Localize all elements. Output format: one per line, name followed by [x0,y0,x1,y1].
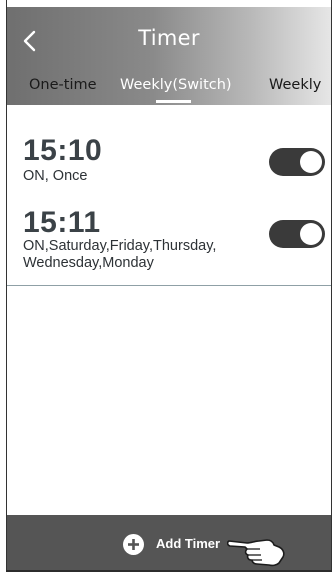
toggle-knob [300,223,322,245]
hand-pointer-icon [227,539,285,567]
frame-border-right [331,0,332,572]
timer-time: 15:11 [23,206,101,239]
list-divider [7,285,331,286]
timer-description: ON,Saturday,Friday,Thursday, Wednesday,M… [23,238,253,272]
active-tab-indicator [156,100,191,103]
timer-toggle[interactable] [269,148,325,176]
timer-screen: Timer One-time Weekly(Switch) Weekly 15:… [0,0,333,572]
timer-row[interactable]: 15:10 ON, Once [7,118,331,198]
tab-weekly-switch[interactable]: Weekly(Switch) [120,77,232,93]
timer-description: ON, Once [23,168,88,184]
tab-weekly[interactable]: Weekly [269,77,321,93]
toggle-knob [300,151,322,173]
timer-time: 15:10 [23,134,103,167]
header-bar: Timer One-time Weekly(Switch) Weekly [7,7,331,105]
plus-circle-icon [123,534,144,555]
add-timer-label: Add Timer [156,536,221,551]
footer-bar: Add Timer [7,515,331,570]
timer-description-line: Wednesday,Monday [23,255,154,271]
timer-toggle[interactable] [269,220,325,248]
timer-description-line: ON,Saturday,Friday,Thursday, [23,238,217,254]
tab-one-time[interactable]: One-time [29,77,97,93]
page-title: Timer [138,26,200,50]
timer-row[interactable]: 15:11 ON,Saturday,Friday,Thursday, Wedne… [7,198,331,284]
tab-bar: One-time Weekly(Switch) Weekly [7,77,331,103]
